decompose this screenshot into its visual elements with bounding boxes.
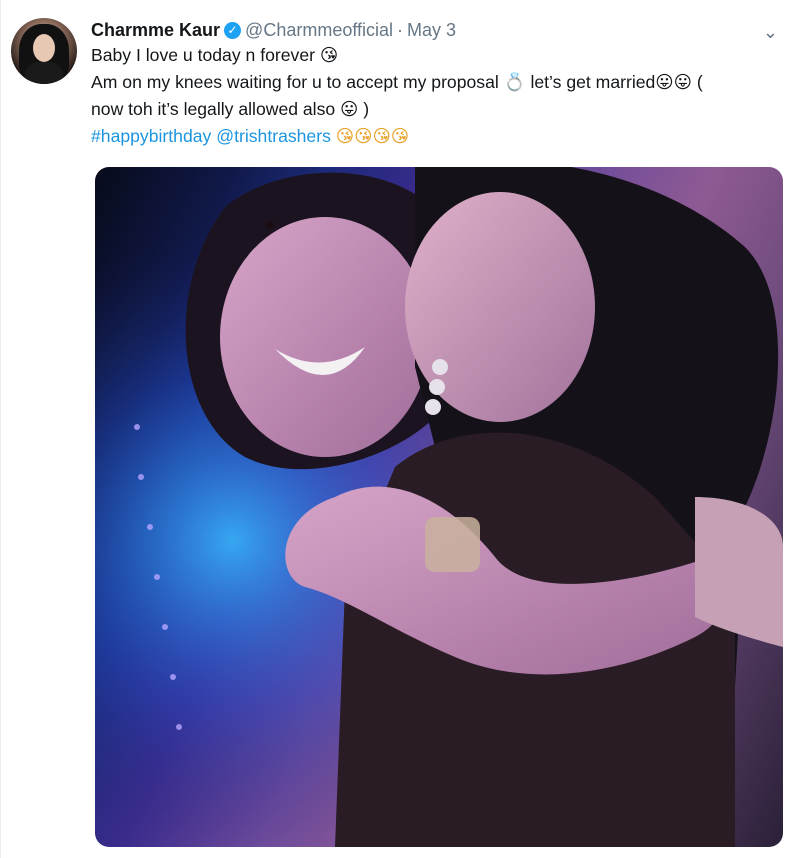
tweet-header: Charmme Kaur ✓ @Charmmeofficial · May 3 [91, 18, 456, 42]
pearl-earring-3 [425, 399, 441, 415]
left-face [220, 217, 430, 457]
tweet-text: Baby I love u today n forever 😘 Am on my… [91, 42, 791, 151]
author-handle[interactable]: @Charmmeofficial [245, 20, 393, 41]
mention-link[interactable]: @trishtrashers [216, 126, 331, 146]
tweet-line-3: now toh it’s legally allowed also 😛 ) [91, 99, 370, 119]
tweet-card[interactable]: Charmme Kaur ✓ @Charmmeofficial · May 3 … [0, 0, 800, 858]
kiss-emoji-group: 😘😘😘😘 [335, 127, 410, 147]
chevron-down-icon[interactable]: ⌄ [763, 22, 778, 43]
avatar-face [33, 34, 55, 62]
separator-dot: · [397, 19, 404, 40]
author-name[interactable]: Charmme Kaur [91, 20, 220, 41]
tweet-photo[interactable] [95, 167, 783, 847]
photo-illustration [95, 167, 783, 847]
pearl-earring-1 [432, 359, 448, 375]
avatar-outfit [25, 62, 63, 84]
bindi [266, 221, 274, 229]
verified-badge-icon: ✓ [224, 21, 242, 39]
hashtag-link[interactable]: #happybirthday [91, 126, 211, 146]
tweet-line-4: #happybirthday @trishtrashers 😘😘😘😘 [91, 123, 791, 151]
tweet-line-2: Am on my knees waiting for u to accept m… [91, 72, 703, 92]
tweet-date[interactable]: May 3 [407, 20, 456, 41]
pearl-earring-2 [429, 379, 445, 395]
tweet-line-1: Baby I love u today n forever 😘 [91, 45, 339, 65]
bracelet [425, 517, 480, 572]
profile-avatar[interactable] [11, 18, 77, 84]
